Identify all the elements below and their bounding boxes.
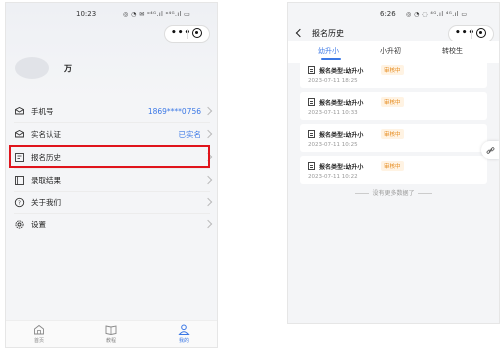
- no-more-data-footer: 没有更多数据了: [288, 188, 499, 197]
- document-icon: [308, 66, 315, 74]
- status-icons: ◎ ◔ ✉ ᵒ⁴ᴳ.ıl ᵒ⁴ᴳ.ıl ▭: [123, 11, 191, 18]
- chevron-right-icon: [203, 197, 213, 207]
- registration-date: 2023-07-11 18:25: [308, 78, 358, 84]
- tab-primary-to-middle[interactable]: 小升初: [380, 46, 401, 56]
- phone-icon: [14, 106, 25, 117]
- svg-text:?: ?: [18, 200, 21, 206]
- help-icon: ?: [14, 197, 25, 208]
- menu-item-label: 实名认证: [31, 129, 61, 139]
- menu-item-admission-result[interactable]: 录取结果: [6, 169, 217, 191]
- profile-screen: 10:23 ◎ ◔ ✉ ᵒ⁴ᴳ.ıl ᵒ⁴ᴳ.ıl ▭ ••• 万 手机号 18…: [5, 2, 218, 348]
- status-badge: 审核中: [381, 65, 404, 75]
- menu-item-label: 录取结果: [31, 175, 61, 185]
- registration-date: 2023-07-11 10:33: [308, 110, 358, 116]
- document-icon: [308, 98, 315, 106]
- divider: [417, 193, 432, 194]
- more-icon[interactable]: •••: [171, 28, 191, 38]
- tab-transfer-student[interactable]: 转校生: [442, 46, 463, 56]
- tab-label: 我的: [178, 338, 189, 344]
- registration-record-card[interactable]: 报名类型:幼升小 审核中 2023-07-11 10:25: [300, 124, 487, 152]
- registration-type: 报名类型:幼升小: [319, 132, 364, 139]
- status-time: 6:26: [380, 10, 396, 18]
- status-badge: 审核中: [381, 129, 404, 139]
- capsule-divider: [471, 29, 472, 39]
- menu-item-label: 手机号: [31, 106, 54, 116]
- status-time: 10:23: [76, 10, 97, 18]
- mini-program-capsule: •••: [164, 25, 210, 43]
- menu-item-about-us[interactable]: ? 关于我们: [6, 191, 217, 213]
- more-icon[interactable]: •••: [455, 28, 475, 38]
- status-badge: 审核中: [381, 161, 404, 171]
- close-target-icon[interactable]: [476, 28, 486, 38]
- bottom-tab-bar: 首页 教程 我的: [6, 320, 217, 347]
- chevron-right-icon: [203, 175, 213, 185]
- book-icon: [14, 175, 25, 186]
- document-icon: [308, 130, 315, 138]
- tab-label: 首页: [33, 338, 44, 344]
- tab-kindergarten-to-primary[interactable]: 幼升小: [318, 46, 339, 56]
- tab-mine[interactable]: 我的: [166, 324, 202, 344]
- status-badge: 审核中: [381, 97, 404, 107]
- chevron-right-icon: [203, 129, 213, 139]
- registration-record-card[interactable]: 报名类型:幼升小 审核中 2023-07-11 10:22: [300, 156, 487, 184]
- home-icon: [33, 324, 45, 335]
- page-title: 报名历史: [312, 29, 344, 38]
- menu-item-settings[interactable]: 设置: [6, 213, 217, 235]
- no-more-data-text: 没有更多数据了: [372, 190, 415, 197]
- username: 万: [64, 64, 72, 73]
- registration-record-card[interactable]: 报名类型:幼升小 审核中 2023-07-11 18:25: [300, 60, 487, 88]
- chevron-right-icon: [203, 106, 213, 116]
- tab-tutorial[interactable]: 教程: [93, 324, 129, 344]
- close-target-icon[interactable]: [192, 28, 202, 38]
- verified-status-value: 已实名: [178, 129, 202, 139]
- document-icon: [308, 162, 315, 170]
- tab-home[interactable]: 首页: [21, 324, 57, 344]
- avatar[interactable]: [15, 57, 49, 79]
- highlight-box: [9, 145, 210, 168]
- user-icon: [178, 324, 190, 335]
- menu-item-label: 设置: [31, 219, 46, 229]
- verify-icon: [14, 129, 25, 140]
- menu-item-phone[interactable]: 手机号 1869****0756: [6, 100, 217, 122]
- phone-number-value: 1869****0756: [147, 106, 201, 116]
- menu-item-real-name[interactable]: 实名认证 已实名: [6, 123, 217, 145]
- registration-history-screen: 6:26 ◎ ◔ ◌ ⁴ᴳ.ıl ⁴ᴳ.ıl ▭ 报名历史 ••• 幼升小 小升…: [287, 2, 500, 324]
- registration-type: 报名类型:幼升小: [319, 100, 364, 107]
- back-arrow-icon[interactable]: [295, 28, 305, 38]
- registration-record-card[interactable]: 报名类型:幼升小 审核中 2023-07-11 10:33: [300, 92, 487, 120]
- chevron-right-icon: [203, 219, 213, 229]
- tab-label: 教程: [105, 338, 116, 344]
- link-icon[interactable]: [481, 141, 499, 159]
- divider: [355, 193, 370, 194]
- menu-item-label: 关于我们: [31, 197, 61, 207]
- book-open-icon: [105, 324, 117, 335]
- capsule-divider: [187, 29, 188, 39]
- registration-type: 报名类型:幼升小: [319, 164, 364, 171]
- registration-type: 报名类型:幼升小: [319, 68, 364, 75]
- registration-date: 2023-07-11 10:22: [308, 174, 358, 180]
- gear-icon: [14, 219, 25, 230]
- status-icons: ◎ ◔ ◌ ⁴ᴳ.ıl ⁴ᴳ.ıl ▭: [406, 11, 468, 18]
- registration-date: 2023-07-11 10:25: [308, 142, 358, 148]
